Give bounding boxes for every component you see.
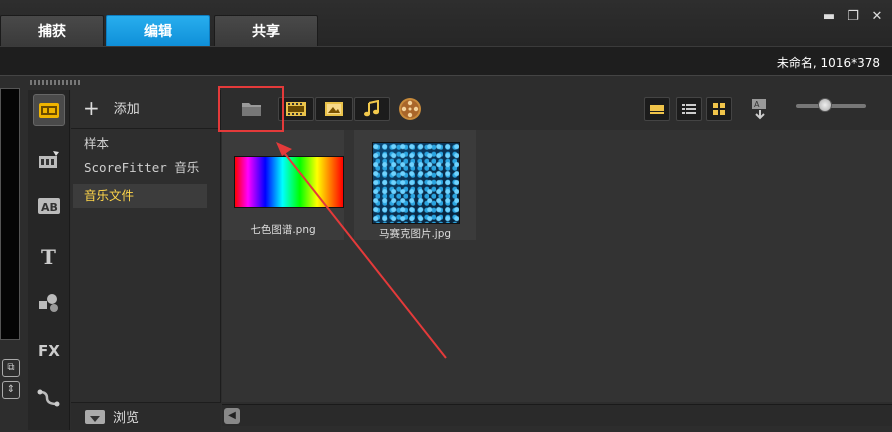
annotation-arrow bbox=[276, 142, 447, 359]
video-editor-window: 捕获 编辑 共享 ▬ ❐ ✕ 未命名, 1016*378 ⧉ ⇕ AB T FX… bbox=[0, 0, 892, 432]
